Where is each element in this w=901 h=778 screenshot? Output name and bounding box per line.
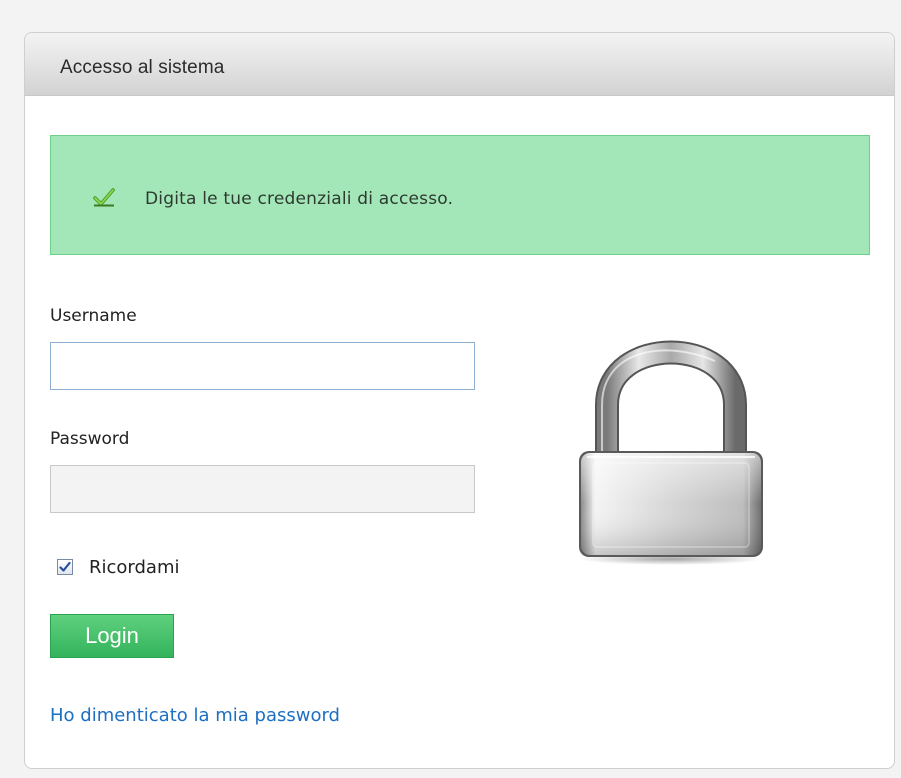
login-panel: Accesso al sistema Digita le tue credenz… [24,32,895,769]
message-text: Digita le tue credenziali di accesso. [145,189,454,209]
check-icon [93,188,115,207]
remember-label: Ricordami [89,556,180,578]
password-input[interactable] [50,465,475,513]
panel-title: Accesso al sistema [60,57,225,78]
forgot-password-link[interactable]: Ho dimenticato la mia password [50,705,340,726]
username-input[interactable] [50,342,475,390]
password-label: Password [50,429,130,449]
remember-checkbox[interactable] [57,559,73,575]
info-message: Digita le tue credenziali di accesso. [50,135,870,255]
remember-me[interactable]: Ricordami [57,554,180,580]
padlock-icon [579,340,763,565]
panel-header: Accesso al sistema [25,33,894,96]
login-button[interactable]: Login [50,614,174,658]
checkmark-icon [59,561,71,572]
username-label: Username [50,306,137,326]
